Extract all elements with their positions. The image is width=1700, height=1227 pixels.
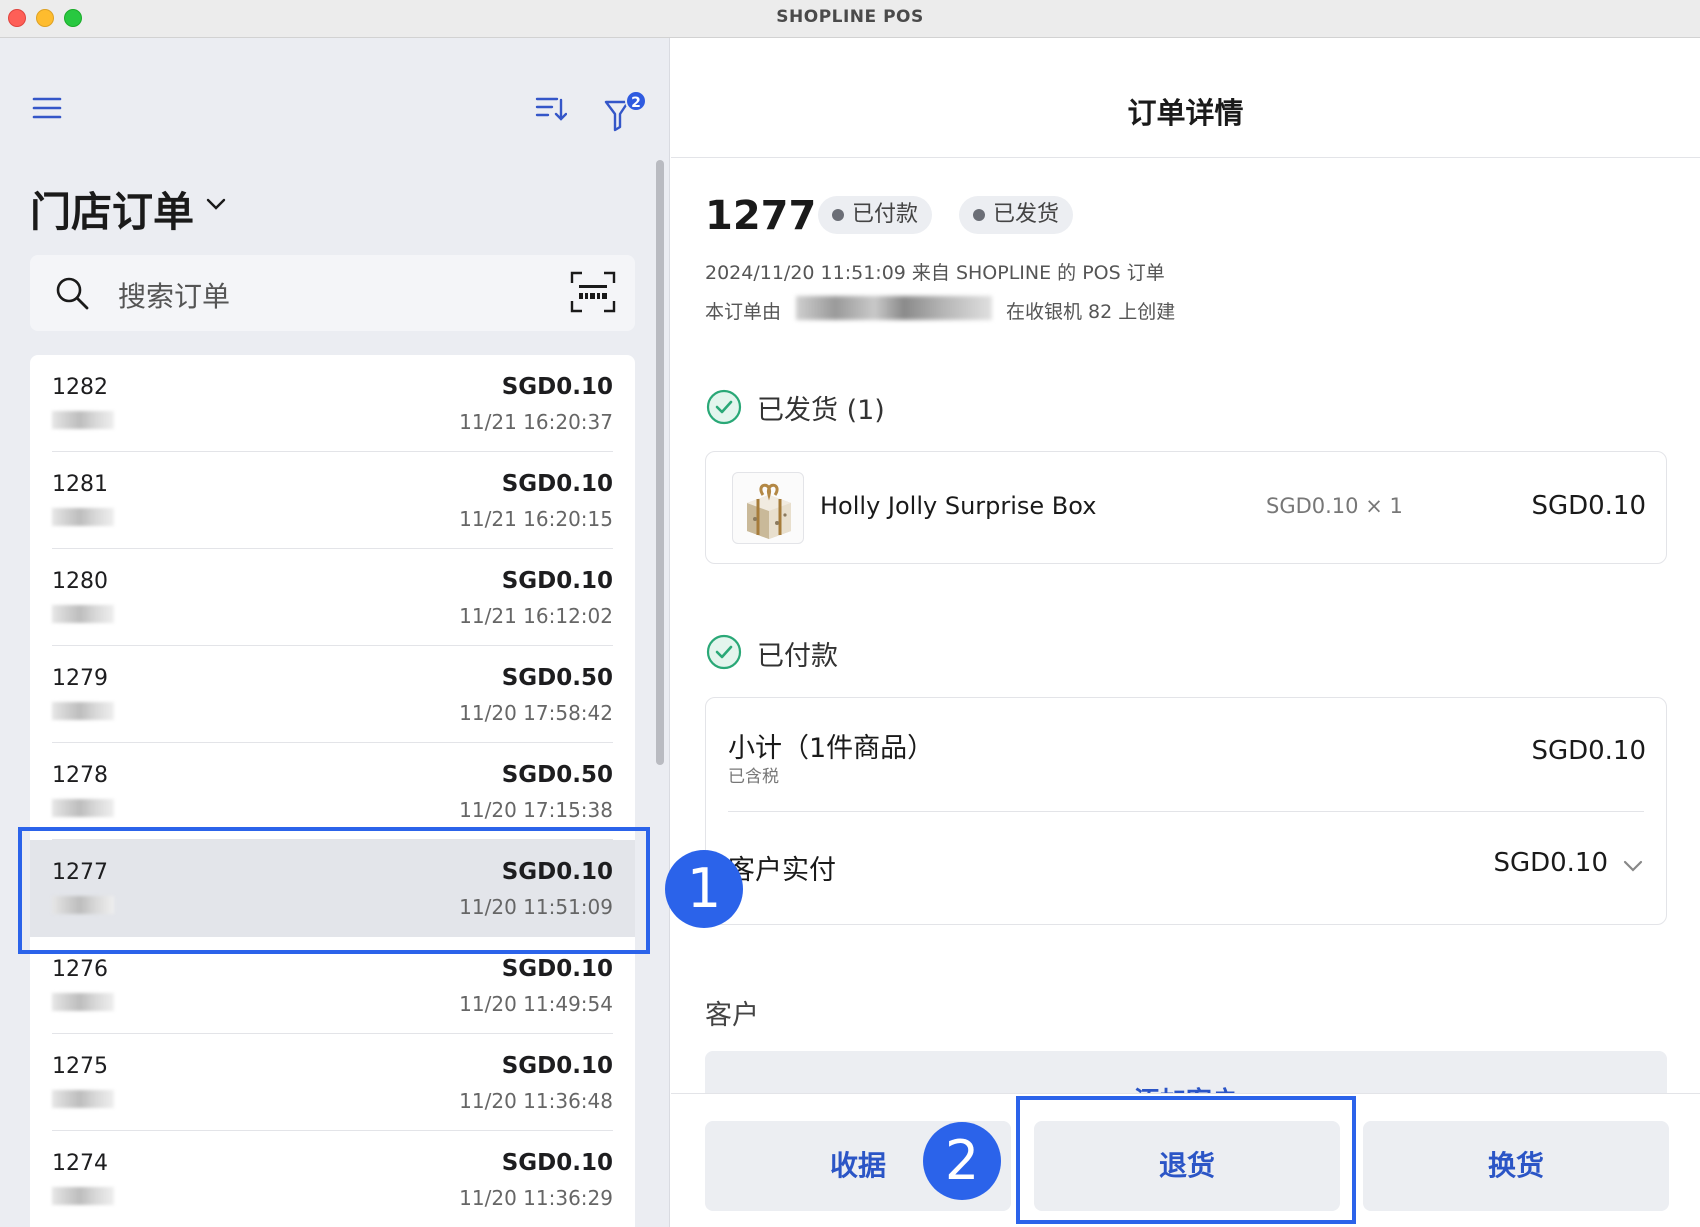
exchange-button[interactable]: 换货 [1363,1121,1669,1211]
order-row[interactable]: 1279 SGD0.50 11/20 17:58:42 [30,646,635,743]
order-id: 1276 [52,957,108,982]
order-id: 1281 [52,472,108,497]
order-number: 1277 [705,193,817,239]
order-row[interactable]: 1275 SGD0.10 11/20 11:36:48 [30,1034,635,1131]
search-bar[interactable]: 搜索订单 [30,255,635,331]
customer-paid-value[interactable]: SGD0.10 [1493,848,1608,878]
search-input[interactable]: 搜索订单 [118,275,230,315]
redacted-customer-name [52,1187,114,1205]
tax-included-note: 已含税 [728,767,779,787]
search-icon [54,275,90,311]
sort-icon[interactable] [535,94,568,124]
divider [728,811,1644,812]
product-name: Holly Jolly Surprise Box [820,492,1097,520]
order-amount: SGD0.10 [501,1053,613,1079]
redacted-customer-name [52,508,114,526]
product-thumbnail [732,472,804,544]
order-amount: SGD0.10 [501,374,613,400]
scrollbar[interactable] [656,160,664,765]
order-row[interactable]: 1274 SGD0.10 11/20 11:36:29 [30,1131,635,1227]
subtotal-value: SGD0.10 [1531,736,1646,766]
redacted-customer-name [52,702,114,720]
step-2-marker: 2 [923,1122,1001,1200]
redacted-customer-name [52,1090,114,1108]
order-time: 11/21 16:20:15 [459,507,613,531]
order-amount: SGD0.10 [501,568,613,594]
customer-paid-label: 客户实付 [728,855,836,886]
product-total: SGD0.10 [1531,491,1646,521]
order-detail-panel: 订单详情 1277 已付款 已发货 2024/11/20 11:51:09 来自… [671,38,1700,1227]
order-amount: SGD0.10 [501,956,613,982]
chevron-down-icon[interactable] [205,196,227,210]
filter-icon[interactable]: 2 [603,90,647,132]
paid-section-title: 已付款 [757,641,838,672]
order-time: 11/20 11:36:48 [459,1089,613,1113]
order-meta: 2024/11/20 11:51:09 来自 SHOPLINE 的 POS 订单 [705,262,1165,284]
order-id: 1282 [52,375,108,400]
redacted-customer-name [52,993,114,1011]
order-amount: SGD0.10 [501,471,613,497]
menu-icon[interactable] [32,96,62,120]
order-id: 1278 [52,763,108,788]
selected-order-highlight [18,827,650,954]
order-time: 11/20 17:58:42 [459,701,613,725]
redacted-staff-name [796,296,992,320]
order-amount: SGD0.10 [501,1150,613,1176]
redacted-customer-name [52,799,114,817]
detail-header: 订单详情 [671,38,1700,158]
redacted-customer-name [52,605,114,623]
order-id: 1279 [52,666,108,691]
order-amount: SGD0.50 [501,762,613,788]
store-orders-title[interactable]: 门店订单 [30,178,194,238]
order-id: 1274 [52,1151,108,1176]
paid-status-badge: 已付款 [818,196,933,234]
created-by-suffix: 在收银机 82 上创建 [1006,301,1176,323]
payment-card: 小计（1件商品） 已含税 SGD0.10 客户实付 SGD0.10 [705,697,1667,925]
order-row[interactable]: 1281 SGD0.10 11/21 16:20:15 [30,452,635,549]
order-time: 11/20 11:49:54 [459,992,613,1016]
order-amount: SGD0.50 [501,665,613,691]
product-unit-price: SGD0.10 × 1 [1266,494,1403,518]
check-circle-icon [706,634,742,670]
order-time: 11/20 17:15:38 [459,798,613,822]
line-item-card[interactable]: Holly Jolly Surprise Box SGD0.10 × 1 SGD… [705,451,1667,564]
order-row[interactable]: 1282 SGD0.10 11/21 16:20:37 [30,355,635,452]
orders-list: 1282 SGD0.10 11/21 16:20:37 1281 SGD0.10 11/2… [30,355,635,1227]
check-circle-icon [706,389,742,425]
window-title: SHOPLINE POS [776,7,924,27]
order-row[interactable]: 1280 SGD0.10 11/21 16:12:02 [30,549,635,646]
step-1-marker: 1 [665,850,743,928]
chevron-down-icon[interactable] [1622,858,1644,872]
order-id: 1275 [52,1054,108,1079]
order-id: 1280 [52,569,108,594]
order-time: 11/20 11:36:29 [459,1186,613,1210]
detail-title: 订单详情 [1127,96,1244,130]
shipped-status-badge: 已发货 [959,196,1074,234]
created-by-prefix: 本订单由 [705,301,782,323]
customer-section-title: 客户 [705,1000,759,1031]
order-row[interactable]: 1278 SGD0.50 11/20 17:15:38 [30,743,635,840]
redacted-customer-name [52,411,114,429]
window-titlebar: SHOPLINE POS [0,0,1700,38]
orders-panel: 2 门店订单 搜索订单 1282 SGD0.10 11/21 16:20:37 128… [0,38,670,1227]
barcode-scan-icon[interactable] [570,271,616,313]
return-button-highlight [1016,1096,1356,1224]
subtotal-label: 小计（1件商品） [728,733,935,764]
order-time: 11/21 16:20:37 [459,410,613,434]
order-time: 11/21 16:12:02 [459,604,613,628]
shipped-section-title: 已发货 (1) [757,395,885,426]
filter-count-badge: 2 [625,90,647,112]
